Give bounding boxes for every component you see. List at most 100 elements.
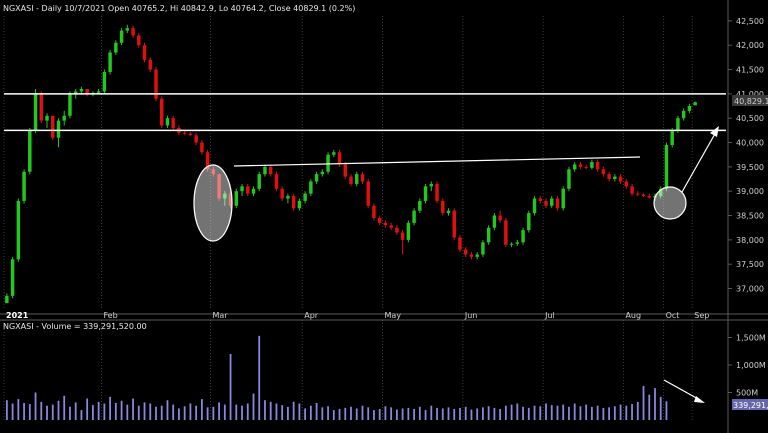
candle-body bbox=[418, 200, 422, 211]
candle-body bbox=[131, 28, 135, 36]
y-tick-label: 41,500 bbox=[736, 66, 764, 75]
volume-bar bbox=[350, 406, 352, 420]
volume-bar bbox=[172, 404, 175, 420]
x-tick-label: Jun bbox=[464, 311, 478, 320]
volume-bar bbox=[74, 402, 77, 420]
candle-body bbox=[544, 200, 548, 206]
candle-body bbox=[538, 198, 542, 201]
volume-bar bbox=[619, 404, 622, 420]
candle-body bbox=[171, 118, 175, 128]
volume-bar bbox=[132, 398, 134, 420]
volume-bar bbox=[395, 409, 398, 420]
x-tick-label: Jul bbox=[544, 311, 555, 320]
x-tick-label: Sep bbox=[694, 311, 709, 320]
volume-bar bbox=[579, 406, 582, 420]
volume-bar bbox=[504, 405, 507, 420]
volume-bar bbox=[149, 403, 152, 420]
candle-body bbox=[687, 106, 692, 111]
candle-body bbox=[200, 142, 204, 153]
volume-bar bbox=[223, 404, 226, 420]
y-tick-label: 40,500 bbox=[736, 114, 764, 123]
volume-bar bbox=[17, 399, 20, 420]
candle-body bbox=[297, 200, 302, 209]
candle-body bbox=[509, 243, 514, 245]
candle-body bbox=[561, 188, 565, 209]
candle-body bbox=[160, 98, 164, 126]
y-tick-label: 37,500 bbox=[736, 260, 764, 269]
candle-body bbox=[125, 28, 130, 31]
volume-bar bbox=[631, 404, 633, 420]
candle-body bbox=[458, 237, 462, 250]
volume-bar bbox=[195, 405, 198, 420]
candle-body bbox=[486, 227, 491, 243]
volume-bar bbox=[166, 400, 169, 420]
volume-bar bbox=[539, 406, 542, 420]
volume-bar bbox=[654, 388, 656, 420]
candle-body bbox=[572, 164, 577, 170]
chart-canvas: 2021 Feb Mar Apr May Jun Jul Aug Sep Oct 42,500 42,… bbox=[0, 0, 768, 433]
candle-body bbox=[79, 89, 84, 92]
volume-bar bbox=[86, 398, 89, 420]
candle-body bbox=[670, 130, 674, 145]
candle-body bbox=[182, 132, 187, 134]
candle-body bbox=[246, 186, 250, 194]
volume-bar bbox=[229, 354, 232, 420]
candle-body bbox=[360, 174, 365, 182]
volume-bar bbox=[602, 407, 605, 420]
candle-body bbox=[286, 196, 290, 199]
candle-body bbox=[5, 295, 9, 304]
candle-body bbox=[389, 225, 393, 228]
candle-body bbox=[550, 198, 554, 206]
volume-bar bbox=[23, 402, 25, 420]
candle-body bbox=[268, 166, 273, 175]
volume-bar bbox=[344, 407, 347, 420]
volume-bar bbox=[533, 405, 536, 420]
volume-bar bbox=[69, 406, 71, 420]
last-volume-label: 339,291,5 bbox=[733, 401, 768, 410]
volume-bar bbox=[424, 410, 427, 420]
volume-bar bbox=[97, 401, 100, 420]
volume-bar bbox=[338, 409, 341, 420]
volume-bar bbox=[246, 403, 249, 420]
candle-body bbox=[194, 135, 198, 143]
volume-bar bbox=[430, 405, 433, 420]
volume-bar bbox=[361, 405, 364, 420]
volume-bar bbox=[275, 403, 278, 420]
candle-body bbox=[664, 144, 669, 189]
volume-bar bbox=[46, 405, 48, 420]
candle-body bbox=[257, 174, 261, 189]
candle-body bbox=[601, 169, 606, 175]
volume-bar bbox=[51, 404, 54, 420]
candle-body bbox=[429, 183, 434, 187]
candle-body bbox=[446, 210, 451, 214]
price-header: NGXASI - Daily 10/7/2021 Open 40765.2, H… bbox=[3, 4, 355, 13]
candle-body bbox=[326, 154, 330, 172]
axis-layer: 2021 Feb Mar Apr May Jun Jul Aug Sep Oct 42,500 42,… bbox=[0, 0, 768, 433]
volume-bar bbox=[493, 407, 496, 420]
chart-root: 2021 Feb Mar Apr May Jun Jul Aug Sep Oct 42,500 42,… bbox=[0, 0, 768, 433]
circle-september bbox=[653, 186, 687, 220]
volume-bar bbox=[137, 405, 140, 420]
candle-body bbox=[636, 193, 640, 195]
candle-body bbox=[469, 254, 474, 257]
volume-bar bbox=[625, 405, 628, 420]
candle-body bbox=[142, 45, 147, 60]
candle-body bbox=[16, 200, 21, 260]
volume-bar bbox=[510, 404, 513, 420]
candle-body bbox=[481, 242, 485, 255]
candle-body bbox=[332, 152, 336, 155]
volume-bar bbox=[665, 401, 668, 420]
volume-bar bbox=[522, 406, 524, 420]
volume-bar bbox=[315, 402, 318, 420]
candle-body bbox=[452, 210, 456, 238]
y-tick-label: 37,000 bbox=[736, 285, 764, 294]
volume-bar bbox=[545, 403, 547, 420]
volume-bar bbox=[206, 407, 209, 420]
candle-body bbox=[618, 176, 623, 182]
candle-body bbox=[165, 118, 170, 126]
candle-body bbox=[234, 191, 239, 206]
candle-body bbox=[624, 181, 629, 187]
volume-bar bbox=[269, 401, 272, 420]
volume-bar bbox=[218, 402, 220, 420]
candle-body bbox=[372, 205, 376, 218]
